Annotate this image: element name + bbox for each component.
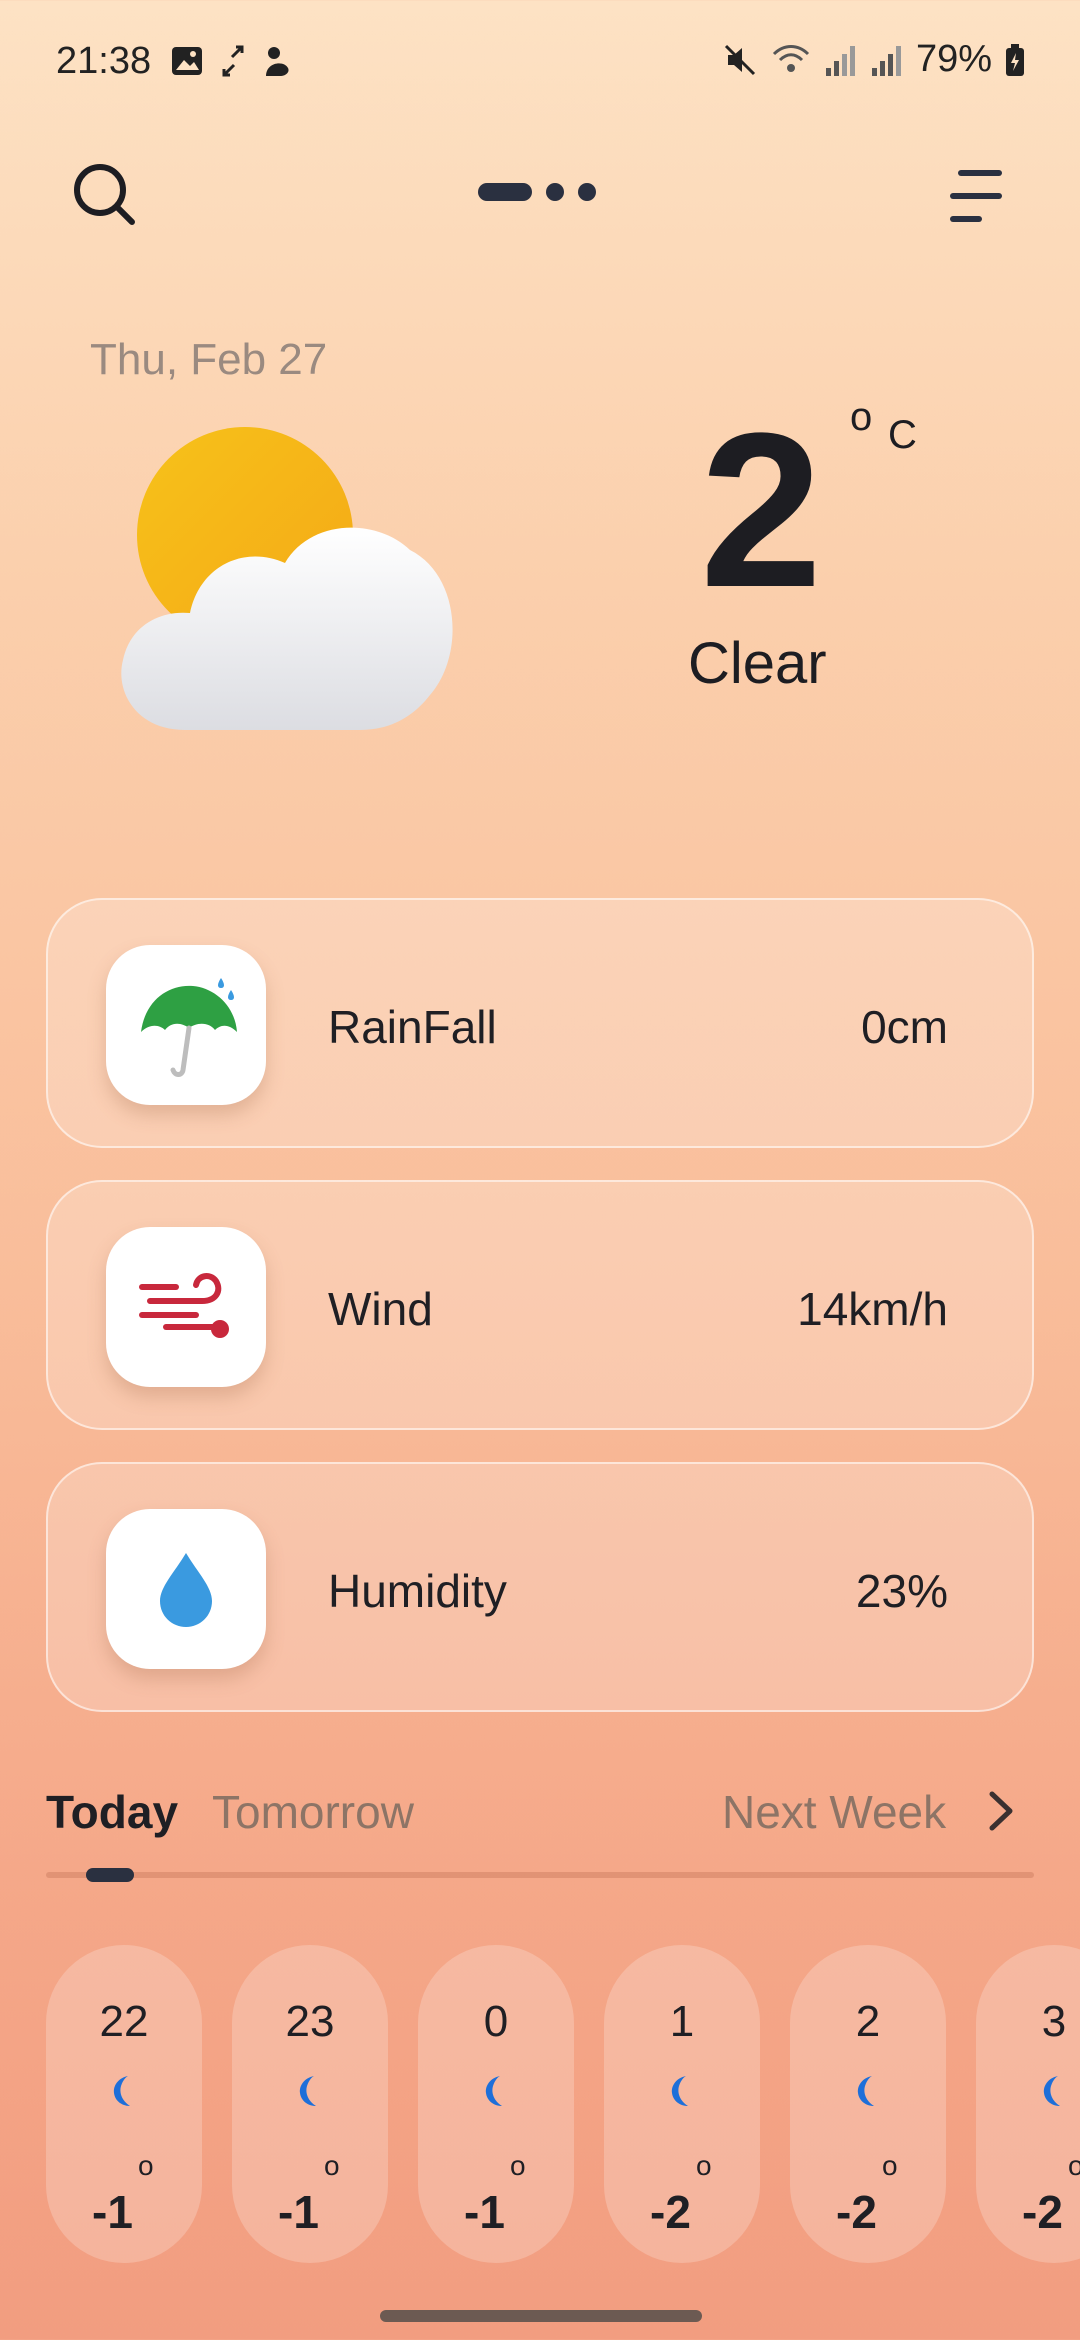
- status-time: 21:38: [56, 40, 152, 82]
- search-icon[interactable]: [70, 160, 140, 230]
- hourly-item[interactable]: 22 o -1: [46, 1945, 202, 2263]
- moon-icon: [299, 2076, 316, 2106]
- hourly-forecast-list[interactable]: 22 o -1 23 o -1 0 o -1 1 o -2 2 o -2 3 o…: [46, 1945, 1080, 2263]
- tab-track: [46, 1872, 1034, 1878]
- hour-label: 3: [1041, 1997, 1067, 2046]
- page-indicator-dot: [546, 183, 564, 201]
- wifi-icon: [772, 44, 809, 72]
- date-label: Thu, Feb 27: [90, 335, 328, 384]
- hourly-item[interactable]: 3 o -2: [976, 1945, 1080, 2263]
- mute-icon: [724, 44, 755, 75]
- degree-symbol: o: [510, 2150, 526, 2181]
- moon-icon: [113, 2076, 130, 2106]
- tab-tomorrow[interactable]: Tomorrow: [212, 1785, 414, 1839]
- stat-card-wind[interactable]: Wind 14km/h: [46, 1180, 1034, 1430]
- stat-card-rainfall[interactable]: RainFall 0cm: [46, 898, 1034, 1148]
- transfer-icon: [222, 45, 244, 77]
- hour-temperature: -2: [836, 2186, 877, 2238]
- app-notification-icon: [266, 47, 289, 76]
- tab-indicator: [86, 1868, 134, 1882]
- hour-label: 1: [669, 1997, 695, 2046]
- hour-label: 0: [483, 1997, 509, 2046]
- degree-symbol: o: [1068, 2150, 1080, 2181]
- current-temperature: 2: [700, 387, 823, 633]
- page-indicator-active: [478, 183, 532, 201]
- hourly-item[interactable]: 0 o -1: [418, 1945, 574, 2263]
- hour-label: 23: [285, 1997, 335, 2046]
- degree-symbol: o: [882, 2150, 898, 2181]
- droplet-icon: [106, 1509, 266, 1669]
- hour-label: 2: [855, 1997, 881, 2046]
- hour-temperature: -1: [92, 2186, 133, 2238]
- home-indicator[interactable]: [380, 2310, 702, 2322]
- hourly-item[interactable]: 2 o -2: [790, 1945, 946, 2263]
- tab-next-week[interactable]: Next Week: [722, 1785, 946, 1839]
- hourly-item[interactable]: 23 o -1: [232, 1945, 388, 2263]
- stat-value: 0cm: [861, 1001, 948, 1053]
- degree-symbol: o: [850, 395, 873, 439]
- hour-temperature: -2: [650, 2186, 691, 2238]
- battery-percent: 79%: [915, 38, 992, 80]
- menu-icon[interactable]: [948, 166, 1004, 226]
- moon-icon: [1043, 2076, 1060, 2106]
- wind-icon: [106, 1227, 266, 1387]
- hour-temperature: -1: [464, 2186, 505, 2238]
- umbrella-icon: [106, 945, 266, 1105]
- page-indicator-dot: [578, 183, 596, 201]
- status-system-icons: 79%: [722, 38, 1026, 81]
- signal-icon-2: [871, 45, 901, 76]
- degree-symbol: o: [696, 2150, 712, 2181]
- degree-symbol: o: [324, 2150, 340, 2181]
- stat-value: 23%: [855, 1565, 948, 1617]
- status-notification-icons: [170, 44, 292, 78]
- page-indicator[interactable]: [478, 183, 596, 201]
- moon-icon: [485, 2076, 502, 2106]
- moon-icon: [671, 2076, 688, 2106]
- stat-value: 14km/h: [797, 1283, 948, 1335]
- degree-symbol: o: [138, 2150, 154, 2181]
- hourly-item[interactable]: 1 o -2: [604, 1945, 760, 2263]
- chevron-right-icon[interactable]: [986, 1790, 1016, 1832]
- hour-temperature: -1: [278, 2186, 319, 2238]
- stat-label: Wind: [328, 1283, 433, 1335]
- battery-icon: [1006, 43, 1024, 76]
- signal-icon: [825, 45, 855, 76]
- stat-label: RainFall: [328, 1001, 497, 1053]
- stat-card-humidity[interactable]: Humidity 23%: [46, 1462, 1034, 1712]
- moon-icon: [857, 2076, 874, 2106]
- gallery-icon: [172, 47, 202, 75]
- weather-condition: Clear: [688, 631, 827, 696]
- partly-cloudy-icon: [121, 427, 453, 730]
- tab-today[interactable]: Today: [46, 1785, 178, 1839]
- temperature-unit: C: [888, 413, 917, 457]
- hour-temperature: -2: [1022, 2186, 1063, 2238]
- stat-label: Humidity: [328, 1565, 507, 1617]
- hour-label: 22: [99, 1997, 149, 2046]
